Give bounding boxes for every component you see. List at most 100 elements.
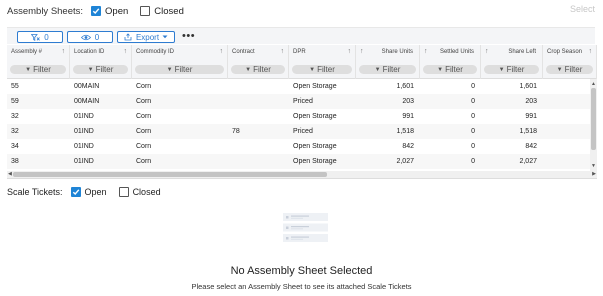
column-filter-share_units[interactable]: ▼ Filter xyxy=(359,65,416,74)
column-filter-location[interactable]: ▼ Filter xyxy=(73,65,128,74)
column-visibility-button[interactable]: 0 xyxy=(67,31,113,43)
cell-commodity: Corn xyxy=(136,143,152,150)
cell-share_left: 842 xyxy=(525,143,537,150)
column-filter-contract[interactable]: ▼ Filter xyxy=(231,65,285,74)
scroll-up-icon[interactable]: ▲ xyxy=(591,81,596,87)
assembly-sheets-filter-bar: Assembly Sheets: Open Closed Select xyxy=(7,4,595,18)
export-label: Export xyxy=(135,32,160,42)
select-button[interactable]: Select xyxy=(570,4,595,14)
clear-filters-button[interactable]: 0 xyxy=(17,31,63,43)
scale-open-checkbox[interactable]: Open xyxy=(70,187,107,197)
cell-assembly: 59 xyxy=(11,98,19,105)
export-icon xyxy=(124,33,132,41)
column-header-contract[interactable]: Contract ↑ ▼ Filter xyxy=(228,45,289,79)
filter-icon: ▼ xyxy=(556,66,563,73)
cell-assembly: 32 xyxy=(11,128,19,135)
cell-settled_units: 0 xyxy=(471,158,475,165)
column-header-assembly[interactable]: Assembly # ↑ ▼ Filter xyxy=(7,45,70,79)
scale-open-label: Open xyxy=(84,187,107,197)
cell-assembly: 38 xyxy=(11,158,19,165)
table-row[interactable]: 38 01IND Corn Open Storage 2,027 0 2,027 xyxy=(7,154,597,169)
checkbox-checked-icon[interactable] xyxy=(91,6,102,16)
column-header-crop_season[interactable]: Crop Season ↑ ▼ Filter xyxy=(543,45,597,79)
cell-assembly: 55 xyxy=(11,83,19,90)
column-header-commodity[interactable]: Commodity ID ↑ ▼ Filter xyxy=(132,45,228,79)
cell-location: 01IND xyxy=(74,158,94,165)
column-filter-commodity[interactable]: ▼ Filter xyxy=(135,65,224,74)
filter-icon: ▼ xyxy=(245,66,252,73)
column-filter-crop_season[interactable]: ▼ Filter xyxy=(546,65,593,74)
scale-tickets-label: Scale Tickets: xyxy=(7,187,63,197)
column-header-label: Share Units xyxy=(381,49,413,55)
sort-arrow-icon[interactable]: ↑ xyxy=(281,48,285,56)
column-filter-share_left[interactable]: ▼ Filter xyxy=(484,65,539,74)
cell-share_units: 1,601 xyxy=(396,83,414,90)
scroll-right-icon[interactable]: ▶ xyxy=(592,171,596,178)
filter-icon: ▼ xyxy=(87,66,94,73)
more-options-button[interactable]: ••• xyxy=(182,30,195,42)
column-filter-settled_units[interactable]: ▼ Filter xyxy=(423,65,477,74)
filter-label: Filter xyxy=(174,65,193,74)
column-header-dpr[interactable]: DPR ↑ ▼ Filter xyxy=(289,45,356,79)
column-filter-assembly[interactable]: ▼ Filter xyxy=(10,65,66,74)
column-header-share_left[interactable]: Share Left ↑ ▼ Filter xyxy=(481,45,543,79)
cell-share_left: 991 xyxy=(525,113,537,120)
sort-arrow-icon[interactable]: ↑ xyxy=(424,48,428,56)
sort-arrow-icon[interactable]: ↑ xyxy=(348,48,352,56)
sort-arrow-icon[interactable]: ↑ xyxy=(360,48,364,56)
table-row[interactable]: 55 00MAIN Corn Open Storage 1,601 0 1,601 xyxy=(7,79,597,94)
cell-commodity: Corn xyxy=(136,83,152,90)
filter-icon: ▼ xyxy=(166,66,173,73)
scale-closed-checkbox[interactable]: Closed xyxy=(118,187,161,197)
clear-filters-count: 0 xyxy=(44,32,49,42)
column-header-label: Commodity ID xyxy=(136,49,175,55)
table-row[interactable]: 34 01IND Corn Open Storage 842 0 842 xyxy=(7,139,597,154)
empty-state-subtitle: Please select an Assembly Sheet to see i… xyxy=(191,282,412,291)
sort-arrow-icon[interactable]: ↑ xyxy=(220,48,224,56)
checkbox-checked-icon[interactable] xyxy=(70,187,81,197)
table-row[interactable]: 59 00MAIN Corn Priced 203 0 203 xyxy=(7,94,597,109)
filter-label: Filter xyxy=(445,65,463,74)
horizontal-scroll-thumb[interactable] xyxy=(13,172,327,177)
scroll-left-icon[interactable]: ◀ xyxy=(8,171,12,178)
checkbox-unchecked-icon[interactable] xyxy=(118,187,129,197)
scroll-down-icon[interactable]: ▼ xyxy=(591,163,596,169)
sort-arrow-icon[interactable]: ↑ xyxy=(124,48,128,56)
cell-commodity: Corn xyxy=(136,113,152,120)
vertical-scroll-thumb[interactable] xyxy=(591,88,596,150)
column-header-label: Settled Units xyxy=(439,49,474,55)
column-header-share_units[interactable]: Share Units ↑ ▼ Filter xyxy=(356,45,420,79)
cell-commodity: Corn xyxy=(136,158,152,165)
grid-toolbar: 0 0 Export ••• xyxy=(7,27,595,44)
filter-icon: ▼ xyxy=(25,66,32,73)
cell-settled_units: 0 xyxy=(471,98,475,105)
column-header-location[interactable]: Location ID ↑ ▼ Filter xyxy=(70,45,132,79)
column-header-label: DPR xyxy=(293,49,306,55)
cell-share_units: 842 xyxy=(402,143,414,150)
cell-commodity: Corn xyxy=(136,98,152,105)
horizontal-scrollbar[interactable]: ◀ ▶ xyxy=(7,171,597,178)
table-row[interactable]: 32 01IND Corn 78 Priced 1,518 0 1,518 xyxy=(7,124,597,139)
filter-icon: ▼ xyxy=(374,66,381,73)
vertical-scrollbar[interactable]: ▲ ▼ xyxy=(590,79,597,171)
column-filter-dpr[interactable]: ▼ Filter xyxy=(292,65,352,74)
assembly-closed-checkbox[interactable]: Closed xyxy=(140,6,184,17)
empty-state-title: No Assembly Sheet Selected xyxy=(230,265,373,277)
column-header-settled_units[interactable]: Settled Units ↑ ▼ Filter xyxy=(420,45,481,79)
assembly-open-checkbox[interactable]: Open xyxy=(91,6,128,17)
scale-closed-label: Closed xyxy=(132,187,161,197)
sort-arrow-icon[interactable]: ↑ xyxy=(589,48,593,56)
column-header-label: Contract xyxy=(232,49,255,55)
checkbox-unchecked-icon[interactable] xyxy=(140,6,151,16)
sort-arrow-icon[interactable]: ↑ xyxy=(62,48,66,56)
sort-arrow-icon[interactable]: ↑ xyxy=(485,48,489,56)
filter-clear-icon xyxy=(31,33,41,41)
cell-share_units: 991 xyxy=(402,113,414,120)
cell-share_units: 2,027 xyxy=(396,158,414,165)
export-button[interactable]: Export xyxy=(117,31,175,43)
cell-location: 00MAIN xyxy=(74,83,100,90)
cell-settled_units: 0 xyxy=(471,83,475,90)
cell-share_left: 203 xyxy=(525,98,537,105)
cell-settled_units: 0 xyxy=(471,128,475,135)
table-row[interactable]: 32 01IND Corn Open Storage 991 0 991 xyxy=(7,109,597,124)
